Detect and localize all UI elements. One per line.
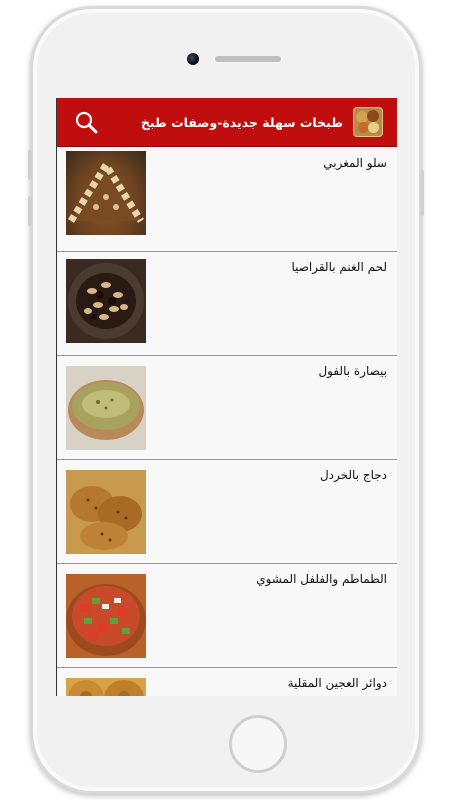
app-title: طبخات سهلة جديدة-وصفات طبخ	[140, 114, 343, 130]
recipe-title: الطماطم والفلفل المشوي	[256, 572, 387, 586]
mustard-chicken	[66, 470, 146, 554]
recipe-title: دوائر العجين المقلية	[287, 676, 387, 690]
search-icon	[75, 111, 98, 134]
app-screen: طبخات سهلة جديدة-وصفات طبخ سلو المغربي ل…	[56, 98, 397, 696]
list-item[interactable]: لحم الغنم بالقراصيا	[57, 252, 397, 356]
recipe-title: سلو المغربي	[323, 156, 387, 170]
list-item[interactable]: دجاج بالخردل	[57, 460, 397, 564]
home-button[interactable]	[229, 715, 287, 773]
search-button[interactable]	[73, 109, 99, 135]
recipe-title: دجاج بالخردل	[319, 468, 387, 482]
recipe-title: لحم الغنم بالقراصيا	[291, 260, 387, 274]
recipe-list: سلو المغربي لحم الغنم بالقراصيا بيصارة ب…	[57, 148, 397, 696]
list-item[interactable]: سلو المغربي	[57, 148, 397, 252]
power-button	[420, 170, 424, 216]
earpiece-speaker	[215, 56, 281, 62]
list-item[interactable]: بيصارة بالفول	[57, 356, 397, 460]
volume-button	[28, 150, 32, 180]
app-bar: طبخات سهلة جديدة-وصفات طبخ	[57, 98, 397, 147]
recipe-title: بيصارة بالفول	[318, 364, 387, 378]
fried-dough-rings	[66, 678, 146, 696]
bean-soup-bowl	[66, 366, 146, 450]
list-item[interactable]: الطماطم والفلفل المشوي	[57, 564, 397, 668]
sellou-dish	[66, 151, 146, 235]
app-title-group: طبخات سهلة جديدة-وصفات طبخ	[141, 107, 383, 137]
volume-button	[28, 196, 32, 226]
list-item[interactable]: دوائر العجين المقلية	[57, 668, 397, 696]
front-camera	[187, 53, 199, 65]
food-plate-logo	[353, 107, 383, 137]
tomato-pepper-salad	[66, 574, 146, 658]
lamb-prunes-dish	[66, 259, 146, 343]
